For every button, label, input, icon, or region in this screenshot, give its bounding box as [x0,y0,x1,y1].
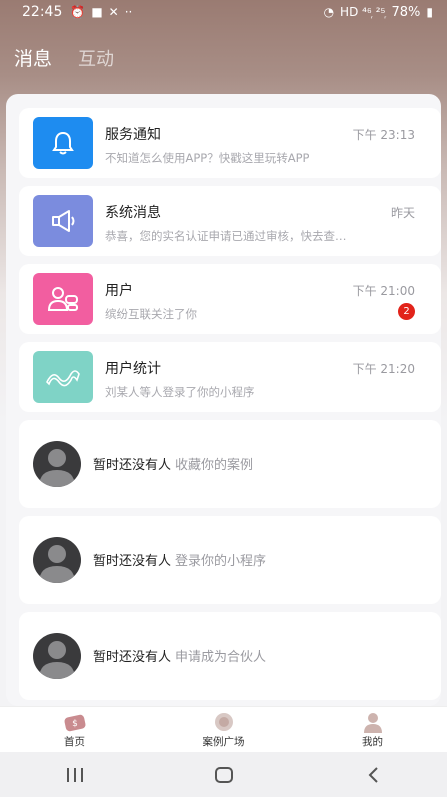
top-tabs: 消息 互动 [14,44,114,71]
wave-icon [33,351,93,403]
message-subtitle: 不知道怎么使用APP？快戳这里玩转APP [105,151,310,165]
message-title: 服务通知 [105,127,161,143]
empty-name: 暂时还没有人 [93,650,172,665]
nav-label: 案例广场 [202,736,245,748]
system-navigation-bar [0,752,447,797]
message-time: 昨天 [390,206,415,220]
back-arrow-icon [368,766,378,783]
tab-messages[interactable]: 消息 [14,44,52,71]
message-subtitle: 缤纷互联关注了你 [105,307,197,321]
message-subtitle: 刘某人等人登录了你的小程序 [105,385,255,399]
status-time: 22:45 [22,4,63,20]
message-item-users[interactable]: 用户 缤纷互联关注了你 下午 21:00 2 [19,264,441,334]
back-button[interactable] [343,760,403,790]
tab-interactions[interactable]: 互动 [78,45,114,71]
message-panel: 服务通知 不知道怎么使用APP？快戳这里玩转APP 下午 23:13 系统消息 … [6,94,441,706]
status-bar: 22:45 ⏰ ■ ✕ ·· ◔ HD ⁴⁶᷊ ²⁵᷊ 78% ▮ [0,0,447,24]
unread-badge: 2 [398,303,415,320]
chat-icon: ■ [91,5,103,19]
empty-favorites-item[interactable]: 暂时还没有人 收藏你的案例 [19,420,441,508]
empty-login-item[interactable]: 暂时还没有人 登录你的小程序 [19,516,441,604]
wifi-icon: ◔ [323,5,335,19]
megaphone-icon [33,195,93,247]
home-button[interactable] [194,760,254,790]
empty-name: 暂时还没有人 [93,554,172,569]
avatar-placeholder-icon [33,633,81,679]
svg-text:$: $ [72,719,78,729]
message-time: 下午 23:13 [352,128,415,142]
bottom-navigation: $ 首页 案例广场 我的 [0,706,447,752]
bell-icon [33,117,93,169]
nav-label: 首页 [64,736,85,748]
message-title: 用户 [105,283,133,299]
empty-name: 暂时还没有人 [93,458,172,473]
home-square-icon [214,766,233,783]
notification-icon: ✕ [108,5,119,19]
signal-text: HD ⁴⁶᷊ ²⁵᷊ [340,5,386,19]
message-item-system[interactable]: 系统消息 恭喜，您的实名认证申请已通过审核，快去查… 昨天 [19,186,441,256]
message-time: 下午 21:00 [352,284,415,298]
nav-profile[interactable]: 我的 [318,707,428,749]
empty-partner-item[interactable]: 暂时还没有人 申请成为合伙人 [19,612,441,700]
nav-case-square[interactable]: 案例广场 [169,707,279,749]
nav-home[interactable]: $ 首页 [20,707,130,749]
profile-icon [363,713,382,733]
recent-apps-button[interactable] [45,760,105,790]
recent-apps-icon [66,767,83,782]
message-item-user-stats[interactable]: 用户统计 刘某人等人登录了你的小程序 下午 21:20 [19,342,441,412]
more-dots-icon: ·· [124,5,133,19]
empty-action: 申请成为合伙人 [175,650,267,665]
battery-level: 78% [391,4,421,20]
nav-label: 我的 [362,736,383,748]
message-time: 下午 21:20 [352,362,415,376]
empty-action: 登录你的小程序 [175,554,267,569]
home-icon: $ [64,714,85,732]
avatar-placeholder-icon [33,441,81,487]
message-title: 系统消息 [105,205,161,221]
alarm-icon: ⏰ [70,5,86,19]
case-square-icon [214,713,233,731]
message-item-service[interactable]: 服务通知 不知道怎么使用APP？快戳这里玩转APP 下午 23:13 [19,108,441,178]
message-subtitle: 恭喜，您的实名认证申请已通过审核，快去查… [105,229,347,243]
avatar-placeholder-icon [33,537,81,583]
users-icon [33,273,93,325]
battery-icon: ▮ [426,5,433,19]
message-title: 用户统计 [105,361,161,377]
empty-action: 收藏你的案例 [175,458,254,473]
